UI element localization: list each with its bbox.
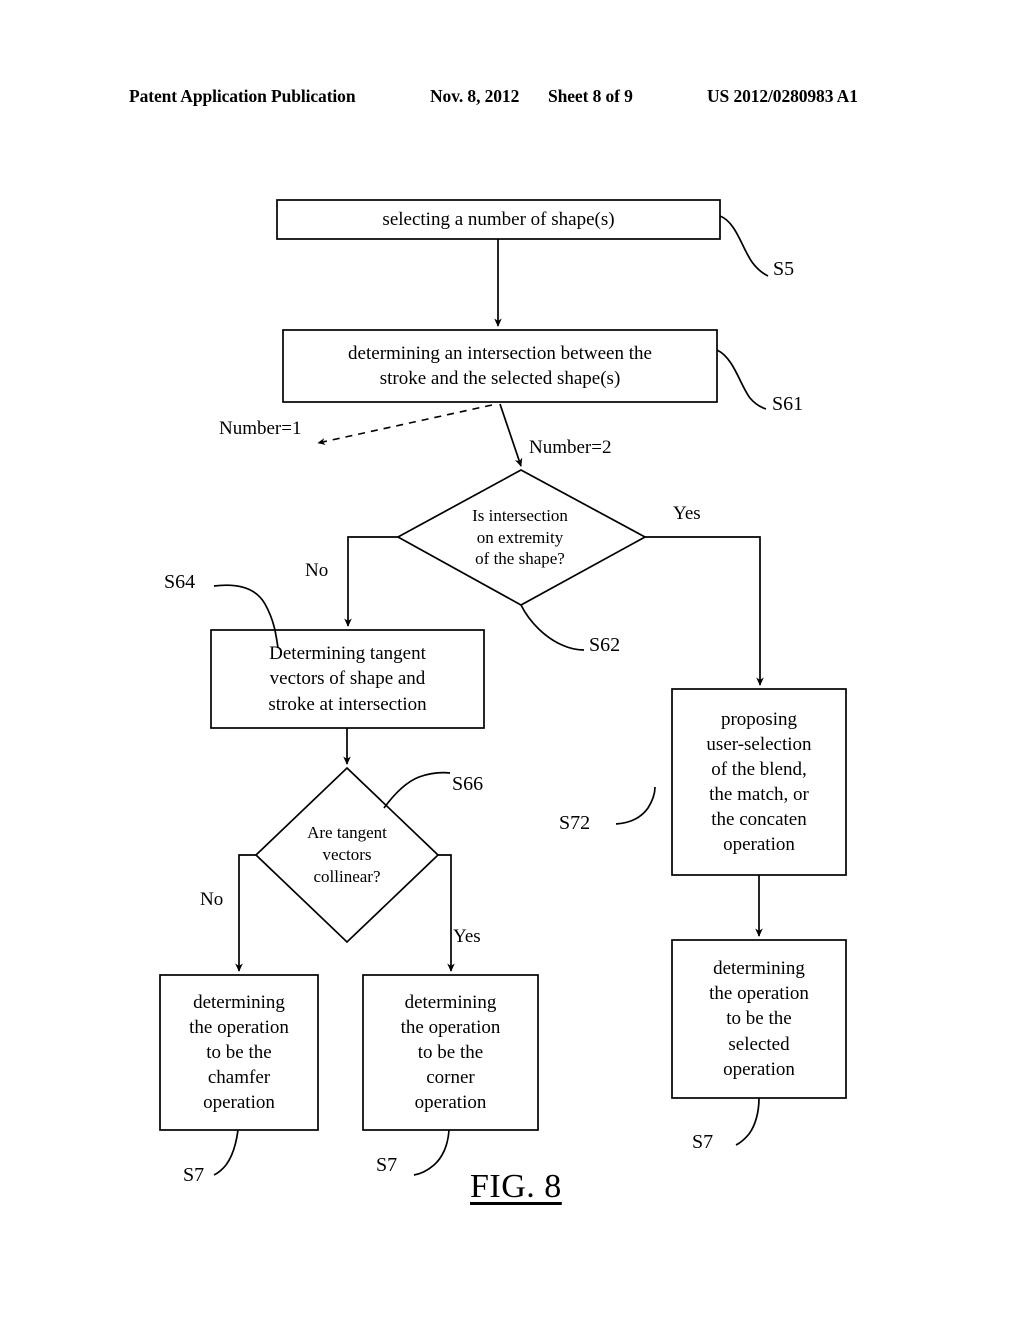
leader-line-s61 [716, 349, 767, 410]
connector-number2-to-extremity-diamond [499, 403, 523, 467]
connector-collinear-no-to-chamfer [235, 854, 256, 972]
edge-label-extremity-yes: Yes [673, 503, 701, 524]
ref-label-s72: S72 [559, 812, 591, 834]
ref-label-s62: S62 [589, 634, 621, 656]
box-proposing-user-selection [671, 688, 847, 876]
connector-number1-dashed [317, 404, 493, 445]
ref-label-s7-selected: S7 [692, 1131, 714, 1153]
edge-label-number-2: Number=2 [529, 437, 612, 458]
ref-label-s66: S66 [452, 773, 484, 795]
flowchart-svg [159, 199, 847, 1176]
box-determine-intersection [282, 329, 718, 403]
box-determine-tangent [210, 629, 485, 729]
ref-label-s7-corner: S7 [376, 1154, 398, 1176]
leader-line-s72 [615, 786, 656, 825]
leader-line-s5 [719, 215, 769, 277]
edge-label-extremity-no: No [305, 560, 329, 581]
ref-label-s64: S64 [164, 571, 196, 593]
connector-collinear-yes-to-corner [438, 854, 455, 972]
flowchart-diagram: selecting a number of shape(s) determini… [0, 0, 1024, 1320]
figure-caption: FIG. 8 [470, 1168, 562, 1205]
edge-label-collinear-no: No [200, 889, 224, 910]
box-determine-selected-operation [671, 939, 847, 1099]
leader-line-s7-selected [735, 1097, 760, 1146]
ref-label-s61: S61 [772, 393, 804, 415]
connector-extremity-no-to-tangent [344, 536, 398, 627]
edge-label-collinear-yes: Yes [453, 926, 481, 947]
leader-line-s7-corner [413, 1129, 450, 1176]
box-select-shapes [276, 199, 721, 240]
box-corner-operation [362, 974, 539, 1131]
leader-line-s64 [213, 584, 279, 649]
ref-label-s7-chamfer: S7 [183, 1164, 205, 1186]
leader-line-s62 [520, 604, 585, 651]
ref-label-s5: S5 [773, 258, 795, 280]
edge-label-number-1: Number=1 [219, 418, 302, 439]
diamond-intersection-on-extremity [396, 469, 647, 606]
leader-line-s7-chamfer [213, 1129, 239, 1176]
leader-line-s66 [383, 771, 451, 809]
connector-extremity-yes-to-proposing [645, 536, 764, 686]
box-chamfer-operation [159, 974, 319, 1131]
diamond-tangent-vectors-collinear [254, 766, 440, 944]
